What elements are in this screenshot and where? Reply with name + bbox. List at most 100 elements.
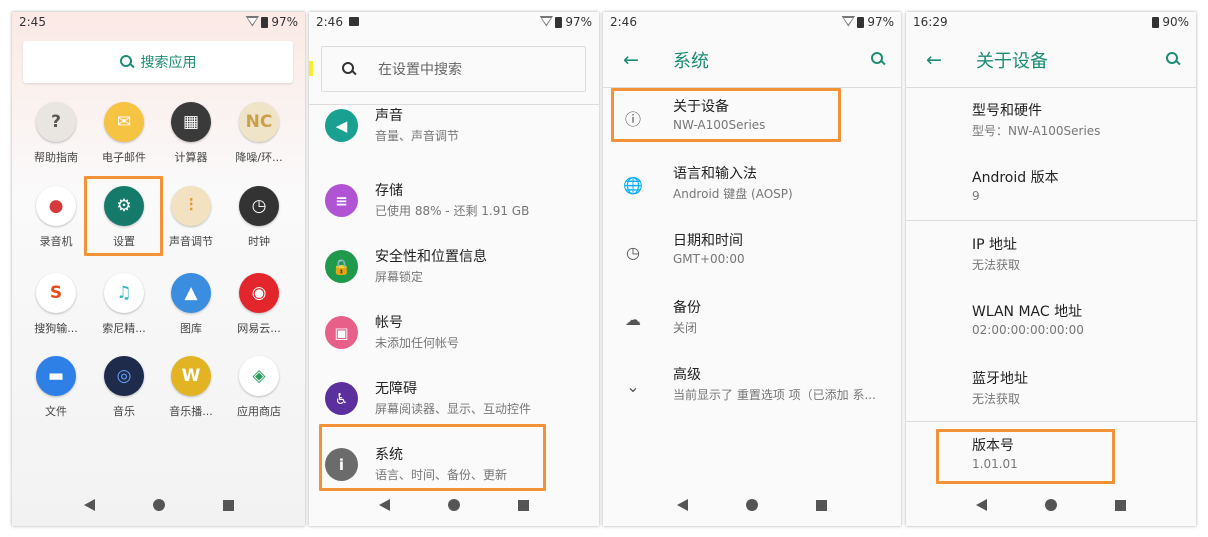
app-calculator[interactable]: ▦ 计算器 [156,102,226,165]
settings-search-bar[interactable]: 在设置中搜索 [321,46,586,92]
highlight-settings-app [84,176,163,256]
account-icon: ▣ [325,316,358,349]
back-nav-icon[interactable] [976,499,987,511]
home-nav-icon[interactable] [1045,499,1057,511]
recents-nav-icon[interactable] [518,499,529,511]
recorder-icon: ● [36,186,76,226]
navigation-bar [12,484,305,526]
app-label: 图库 [180,322,202,335]
recents-nav-icon[interactable] [1115,499,1126,511]
search-icon[interactable] [1166,52,1180,66]
noise-cancel-icon: NC [239,102,279,142]
wifi-icon [540,17,552,28]
app-app-store[interactable]: ◈ 应用商店 [224,356,294,419]
divider [906,421,1196,422]
app-bar: ← 关于设备 [906,34,1196,86]
battery-icon [857,16,865,28]
app-music[interactable]: ◎ 音乐 [89,356,159,419]
equalizer-icon: ⫶ [171,186,211,226]
recents-nav-icon[interactable] [816,499,827,511]
status-bar: 2:46 97% [603,12,901,34]
about-item-title: 型号和硬件 [972,103,1042,119]
app-equalizer[interactable]: ⫶ 声音调节 [156,186,226,249]
system-item[interactable]: 🌐 语言和输入法 Android 键盘 (AOSP) [603,155,901,221]
about-item[interactable]: 型号和硬件型号：NW-A100Series [906,92,1196,158]
battery-percent: 97% [271,15,298,29]
calculator-icon: ▦ [171,102,211,142]
system-item[interactable]: ⌄ 高级 当前显示了 重置选项 项（已添加 系... [603,356,901,422]
app-help[interactable]: ? 帮助指南 [21,102,91,165]
settings-item[interactable]: ≡ 存储 已使用 88% - 还剩 1.91 GB [309,172,599,238]
settings-item[interactable]: ◀ 声音 音量、声音调节 [309,97,599,163]
status-time: 2:46 [610,15,637,29]
back-arrow-icon[interactable]: ← [623,51,639,70]
app-walkman[interactable]: W 音乐播... [156,356,226,419]
status-time: 2:45 [19,15,46,29]
search-apps-bar[interactable]: 搜索应用 [23,41,293,83]
wifi-icon [246,17,258,28]
app-netease-music[interactable]: ◉ 网易云... [224,273,294,336]
home-nav-icon[interactable] [448,499,460,511]
settings-item-subtitle: 未添加任何帐号 [375,336,460,350]
home-nav-icon[interactable] [152,499,165,511]
system-item-subtitle: 关闭 [673,321,698,335]
settings-search-placeholder: 在设置中搜索 [378,62,462,78]
system-item[interactable]: ◷ 日期和时间 GMT+00:00 [603,222,901,288]
wifi-icon [842,17,854,28]
about-item-value: 型号：NW-A100Series [972,124,1101,138]
back-nav-icon[interactable] [83,499,95,511]
settings-item[interactable]: ▣ 帐号未添加任何帐号 [309,304,599,370]
divider [906,220,1196,221]
settings-item-title: 安全性和位置信息 [375,249,487,265]
about-item-value: 9 [972,189,980,203]
app-sogou[interactable]: S 搜狗输... [21,273,91,336]
app-label: 降噪/环... [235,151,283,164]
about-item[interactable]: WLAN MAC 地址 02:00:00:00:00:00 [906,293,1196,359]
storage-icon: ≡ [325,184,358,217]
app-email[interactable]: ✉ 电子邮件 [89,102,159,165]
highlight-system-item [319,424,546,491]
app-gallery[interactable]: ▲ 图库 [156,273,226,336]
settings-item-title: 存储 [375,183,403,199]
settings-item-title: 帐号 [375,315,403,331]
settings-item[interactable]: 🔒 安全性和位置信息 屏幕锁定 [309,238,599,304]
walkman-icon: W [171,356,211,396]
settings-item-subtitle: 屏幕锁定 [375,270,424,284]
app-label: 计算器 [174,151,208,164]
page-title: 系统 [673,51,709,72]
app-label: 录音机 [39,235,73,248]
home-nav-icon[interactable] [746,499,758,511]
system-item[interactable]: ☁ 备份 关闭 [603,289,901,355]
app-drawer-screen: 2:45 97% 搜索应用 ? 帮助指南 ✉ 电子邮件 ▦ 计算器 NC 降噪/环... ● 录音… [12,12,305,526]
yellow-marker [309,61,313,76]
battery-percent: 90% [1162,15,1189,29]
recents-nav-icon[interactable] [222,499,234,511]
app-recorder[interactable]: ● 录音机 [21,186,91,249]
settings-item-title: 声音 [375,108,403,124]
app-files[interactable]: ▬ 文件 [21,356,91,419]
app-noise-cancel[interactable]: NC 降噪/环... [224,102,294,165]
system-settings-screen: 2:46 97% ← 系统 ⓘ 关于设备 NW-A100Series 🌐 语言和输入法 A… [603,12,901,526]
app-label: 时钟 [248,235,270,248]
about-item[interactable]: IP 地址 无法获取 [906,226,1196,292]
back-nav-icon[interactable] [677,499,688,511]
about-item[interactable]: 蓝牙地址 无法获取 [906,360,1196,426]
email-icon: ✉ [104,102,144,142]
system-item-title: 备份 [673,300,701,316]
status-time: 2:46 [316,15,359,29]
music-icon: ◎ [104,356,144,396]
about-item[interactable]: Android 版本 9 [906,159,1196,225]
chevron-down-icon: ⌄ [626,376,640,396]
app-clock[interactable]: ◷ 时钟 [224,186,294,249]
app-label: 索尼精... [102,322,146,335]
app-label: 音乐 [113,405,135,418]
help-icon: ? [36,102,76,142]
back-arrow-icon[interactable]: ← [926,51,942,70]
back-nav-icon[interactable] [379,499,390,511]
navigation-bar [906,484,1196,526]
files-icon: ▬ [36,356,76,396]
app-label: 音乐播... [169,405,213,418]
search-icon[interactable] [871,52,885,66]
app-sony-music[interactable]: ♫ 索尼精... [89,273,159,336]
system-item-subtitle: GMT+00:00 [673,252,745,266]
